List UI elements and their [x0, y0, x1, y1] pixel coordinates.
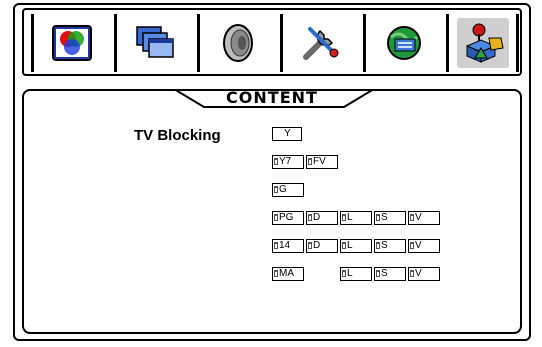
rating-label: S — [381, 268, 388, 279]
lock-icon — [410, 242, 414, 249]
menu-tab-bar — [22, 8, 522, 76]
lock-icon — [308, 158, 312, 165]
rating-label: S — [381, 240, 388, 251]
rating-g-toggle[interactable]: G — [272, 183, 304, 197]
tab-separator — [197, 14, 200, 72]
rating-ma-s-toggle[interactable]: S — [374, 267, 406, 281]
rating-14-d-toggle[interactable]: D — [306, 239, 338, 253]
tv-blocking-label: TV Blocking — [134, 127, 221, 144]
tab-content[interactable] — [457, 18, 509, 68]
globe-network-icon — [387, 26, 421, 60]
rating-label: V — [415, 212, 422, 223]
tab-sound[interactable] — [212, 18, 264, 68]
osd-window: CONTENT TV Blocking Y Y7 FV G PG D L S V… — [13, 3, 531, 341]
lock-icon — [274, 214, 278, 221]
lock-icon — [308, 242, 312, 249]
tab-picture[interactable] — [46, 18, 98, 68]
lock-icon — [308, 214, 312, 221]
tab-setup[interactable] — [295, 18, 347, 68]
rating-pg-d-toggle[interactable]: D — [306, 211, 338, 225]
rating-label: L — [347, 212, 353, 223]
speaker-sound-icon — [223, 24, 253, 62]
lock-icon — [410, 270, 414, 277]
rating-label: Y7 — [279, 156, 292, 167]
rating-14-l-toggle[interactable]: L — [340, 239, 372, 253]
rating-pg-l-toggle[interactable]: L — [340, 211, 372, 225]
tab-display[interactable] — [129, 18, 181, 68]
tab-separator — [280, 14, 283, 72]
tab-separator — [114, 14, 117, 72]
rating-y-toggle[interactable]: Y — [272, 127, 302, 141]
rating-14-v-toggle[interactable]: V — [408, 239, 440, 253]
rating-pg-toggle[interactable]: PG — [272, 211, 304, 225]
lock-icon — [342, 270, 346, 277]
rating-label: G — [279, 184, 287, 195]
rating-label: V — [415, 240, 422, 251]
lock-icon — [274, 158, 278, 165]
tab-separator — [363, 14, 366, 72]
lock-icon — [376, 270, 380, 277]
lock-icon — [376, 242, 380, 249]
lock-icon — [342, 214, 346, 221]
rating-label: L — [347, 268, 353, 279]
rating-14-s-toggle[interactable]: S — [374, 239, 406, 253]
rating-ma-toggle[interactable]: MA — [272, 267, 304, 281]
lock-icon — [342, 242, 346, 249]
section-title: CONTENT — [226, 88, 318, 107]
lock-icon — [274, 186, 278, 193]
color-settings-icon — [52, 25, 92, 61]
lock-icon — [274, 270, 278, 277]
rating-14-toggle[interactable]: 14 — [272, 239, 304, 253]
rating-fv-toggle[interactable]: FV — [306, 155, 338, 169]
lock-icon — [274, 242, 278, 249]
tab-separator — [446, 14, 449, 72]
content-panel: CONTENT TV Blocking Y Y7 FV G PG D L S V… — [22, 88, 522, 334]
rating-pg-v-toggle[interactable]: V — [408, 211, 440, 225]
rating-label: Y — [284, 128, 291, 139]
windows-display-icon — [136, 26, 174, 58]
tab-separator — [516, 14, 519, 72]
rating-label: L — [347, 240, 353, 251]
rating-label: MA — [279, 268, 294, 279]
lock-icon — [410, 214, 414, 221]
rating-label: D — [313, 240, 321, 251]
rating-label: 14 — [279, 240, 291, 251]
tab-separator — [31, 14, 34, 72]
rating-label: FV — [313, 156, 326, 167]
rating-ma-l-toggle[interactable]: L — [340, 267, 372, 281]
rating-label: D — [313, 212, 321, 223]
lock-icon — [376, 214, 380, 221]
rating-label: PG — [279, 212, 294, 223]
rating-label: S — [381, 212, 388, 223]
tools-setup-icon — [303, 27, 339, 60]
rating-label: V — [415, 268, 422, 279]
tab-network[interactable] — [378, 18, 430, 68]
rating-y7-toggle[interactable]: Y7 — [272, 155, 304, 169]
rating-ma-v-toggle[interactable]: V — [408, 267, 440, 281]
parental-lock-content-icon — [465, 23, 504, 63]
rating-pg-s-toggle[interactable]: S — [374, 211, 406, 225]
